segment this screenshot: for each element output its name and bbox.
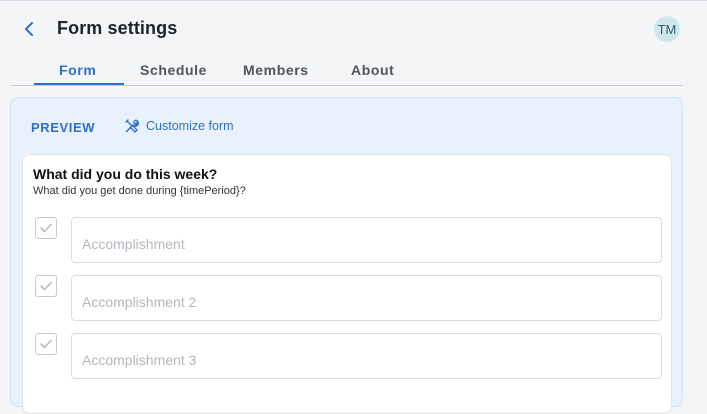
active-tab-indicator: [34, 83, 124, 85]
chevron-left-icon: [25, 22, 33, 36]
avatar[interactable]: TM: [654, 16, 680, 42]
list-item: [35, 275, 663, 321]
customize-form-label: Customize form: [146, 119, 234, 133]
item-checkbox[interactable]: [35, 217, 57, 239]
checkmark-icon: [40, 223, 52, 233]
item-checkbox[interactable]: [35, 275, 57, 297]
customize-form-link[interactable]: Customize form: [124, 118, 234, 134]
accomplishment-input-2[interactable]: [71, 275, 662, 321]
accomplishment-input-1[interactable]: [71, 217, 662, 263]
preview-panel: PREVIEW Customize form What did you do t…: [10, 97, 683, 414]
page-title: Form settings: [57, 18, 178, 38]
tab-bar: Form Schedule Members About: [11, 58, 683, 86]
header: Form settings TM: [0, 0, 707, 58]
question-subtitle: What did you get done during {timePeriod…: [33, 185, 246, 197]
tab-about[interactable]: About: [351, 62, 394, 78]
list-item: [35, 217, 663, 263]
preview-label: PREVIEW: [31, 120, 96, 135]
form-preview-card: What did you do this week? What did you …: [22, 154, 672, 414]
question-title: What did you do this week?: [33, 166, 218, 182]
tools-icon: [125, 119, 139, 133]
tab-schedule[interactable]: Schedule: [140, 62, 207, 78]
checkmark-icon: [40, 339, 52, 349]
tab-form[interactable]: Form: [59, 62, 96, 78]
item-checkbox[interactable]: [35, 333, 57, 355]
checkmark-icon: [40, 281, 52, 291]
back-button[interactable]: [16, 16, 42, 42]
list-item: [35, 333, 663, 379]
accomplishment-input-3[interactable]: [71, 333, 662, 379]
tab-members[interactable]: Members: [243, 62, 309, 78]
